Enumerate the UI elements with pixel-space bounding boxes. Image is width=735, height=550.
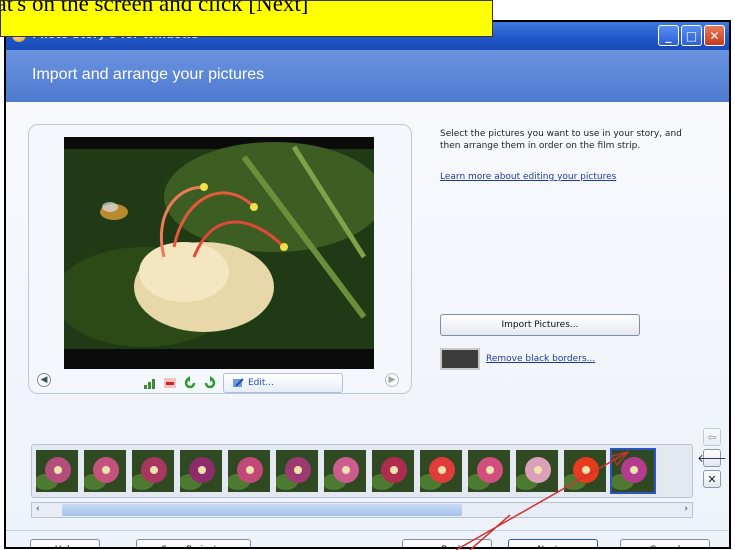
levels-icon[interactable]	[143, 376, 157, 390]
remove-borders-icon[interactable]	[440, 348, 480, 370]
film-strip-thumbnail[interactable]	[36, 450, 78, 492]
remove-black-borders-link[interactable]: Remove black borders...	[486, 354, 595, 364]
close-button[interactable]: ✕	[704, 25, 725, 46]
film-strip-thumbnail[interactable]	[228, 450, 270, 492]
film-strip-thumbnail[interactable]	[372, 450, 414, 492]
film-strip[interactable]	[31, 444, 693, 498]
move-picture-up-button[interactable]: ⇦	[703, 428, 721, 446]
previous-picture-button[interactable]: ◀	[37, 373, 51, 387]
edit-button[interactable]: Edit...	[223, 373, 343, 393]
scroll-right-button[interactable]: ›	[684, 504, 688, 514]
next-button[interactable]: Next >	[508, 539, 598, 547]
delete-picture-button[interactable]: ✕	[703, 470, 721, 488]
film-strip-thumbnail[interactable]	[180, 450, 222, 492]
footer-divider	[6, 530, 729, 531]
learn-more-link[interactable]: Learn more about editing your pictures	[440, 172, 616, 182]
film-strip-thumbnail[interactable]	[516, 450, 558, 492]
callout-text: hat's on the screen and click [Next]	[0, 0, 309, 16]
save-project-button[interactable]: Save Project...	[136, 539, 251, 547]
next-picture-button[interactable]: ▶	[385, 373, 399, 387]
import-pictures-button[interactable]: Import Pictures...	[440, 314, 640, 336]
rotate-left-icon[interactable]	[183, 376, 197, 390]
red-eye-icon[interactable]	[163, 376, 177, 390]
film-strip-thumbnail[interactable]	[564, 450, 606, 492]
cancel-button[interactable]: Cancel	[620, 539, 710, 547]
scroll-left-button[interactable]: ‹	[36, 504, 40, 514]
film-strip-thumbnail[interactable]	[420, 450, 462, 492]
scrollbar-thumb[interactable]	[62, 504, 462, 516]
preview-image	[64, 137, 374, 369]
film-strip-thumbnail[interactable]	[276, 450, 318, 492]
picture-tools: Edit...	[143, 373, 343, 393]
instructions-text: Select the pictures you want to use in y…	[440, 129, 682, 151]
film-strip-scrollbar[interactable]: ‹ ›	[31, 502, 693, 518]
help-button[interactable]: Help	[30, 539, 100, 547]
preview-panel: ◀ ▶ Edit...	[28, 124, 412, 394]
film-strip-thumbnail[interactable]	[468, 450, 510, 492]
film-strip-thumbnail[interactable]	[610, 448, 656, 494]
instruction-callout: hat's on the screen and click [Next]	[0, 0, 493, 37]
film-strip-thumbnail[interactable]	[132, 450, 174, 492]
page-title: Import and arrange your pictures	[32, 66, 265, 83]
page-header: Import and arrange your pictures	[6, 50, 729, 102]
move-picture-left-button[interactable]: 🡐	[697, 449, 727, 467]
film-strip-thumbnail[interactable]	[324, 450, 366, 492]
edit-label: Edit...	[248, 378, 275, 388]
back-button[interactable]: < Back	[402, 539, 492, 547]
photo-story-window: Photo Story 3 for Windows _ □ ✕ Import a…	[4, 20, 731, 549]
rotate-right-icon[interactable]	[203, 376, 217, 390]
main-content: ◀ ▶ Edit... Select the pictures you want…	[6, 102, 729, 547]
minimize-button[interactable]: _	[658, 25, 679, 46]
maximize-button[interactable]: □	[681, 25, 702, 46]
edit-icon	[233, 378, 244, 387]
thumbnail-list	[36, 448, 656, 494]
film-strip-thumbnail[interactable]	[84, 450, 126, 492]
